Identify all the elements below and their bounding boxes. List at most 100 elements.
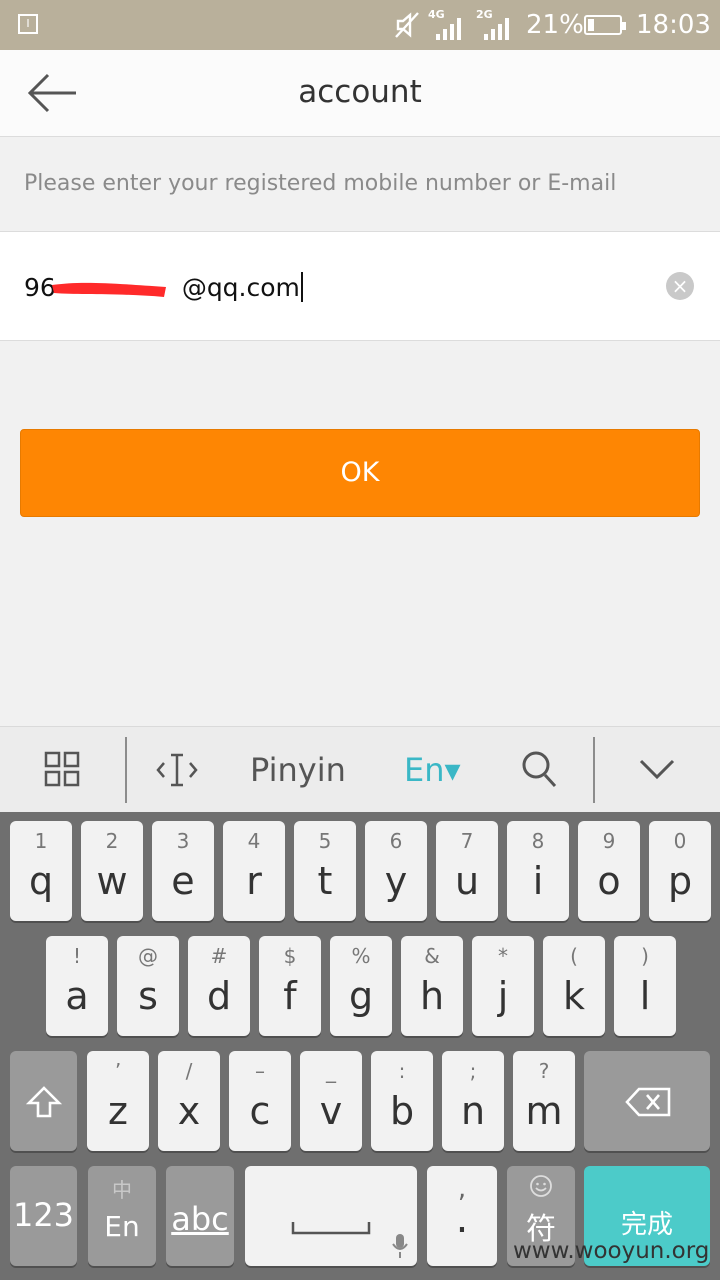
backspace-icon (625, 1087, 671, 1117)
key-label: b (389, 1089, 415, 1133)
app-bar: account (0, 50, 720, 137)
key-t[interactable]: 5t (294, 821, 356, 921)
key-r[interactable]: 4r (223, 821, 285, 921)
key-label: x (177, 1089, 201, 1133)
clock: 18:03 (636, 10, 711, 40)
key-n[interactable]: ; n (442, 1051, 504, 1151)
watermark: www.wooyun.org (513, 1238, 710, 1264)
key-m[interactable]: ? m (513, 1051, 575, 1151)
english-mode[interactable]: En▾ (404, 751, 461, 789)
key-secondary-label: @ (138, 944, 158, 968)
key-label: e (171, 859, 195, 903)
key-secondary-label: 8 (531, 829, 545, 853)
space-key[interactable] (245, 1166, 417, 1266)
emoji-icon (530, 1175, 552, 1197)
key-y[interactable]: 6y (365, 821, 427, 921)
key-secondary-label: ( (570, 944, 578, 968)
input-hint: Please enter your registered mobile numb… (24, 171, 617, 196)
key-k[interactable]: (k (543, 936, 605, 1036)
key-s[interactable]: @ s (117, 936, 179, 1036)
key-secondary-label: 7 (460, 829, 474, 853)
grid-icon[interactable] (44, 751, 80, 787)
key-label: h (419, 974, 445, 1018)
key-secondary-label: * (498, 944, 508, 968)
key-w[interactable]: 2w (81, 821, 143, 921)
text-cursor-icon[interactable] (156, 751, 198, 789)
key-secondary-label: 0 (673, 829, 687, 853)
clear-input-icon[interactable]: × (666, 272, 694, 300)
key-secondary-label: ; (469, 1059, 477, 1083)
key-label: n (460, 1089, 486, 1133)
key-label: i (532, 859, 544, 903)
backspace-key[interactable] (584, 1051, 710, 1151)
key-label: p (667, 859, 693, 903)
pinyin-mode[interactable]: Pinyin (250, 751, 346, 789)
search-icon[interactable] (520, 749, 558, 789)
key-secondary-label: $ (283, 944, 297, 968)
page-title: account (298, 74, 422, 110)
signal-2g-icon: 2G (476, 8, 518, 40)
key-j[interactable]: * j (472, 936, 534, 1036)
key-secondary-label: / (185, 1059, 193, 1083)
key-label: c (249, 1089, 271, 1133)
numbers-key[interactable]: 123 (10, 1166, 77, 1266)
key-a[interactable]: ! a (46, 936, 108, 1036)
key-secondary-label: ’ (114, 1059, 122, 1083)
space-icon (291, 1222, 371, 1235)
account-input[interactable]: 96 @qq.com (0, 231, 720, 341)
battery-percent: 21% (526, 10, 584, 40)
key-label: r (246, 859, 262, 903)
key-secondary-label: – (255, 1059, 265, 1083)
key-d[interactable]: # d (188, 936, 250, 1036)
key-b[interactable]: :b (371, 1051, 433, 1151)
key-x[interactable]: / x (158, 1051, 220, 1151)
key-label: u (454, 859, 480, 903)
key-e[interactable]: 3e (152, 821, 214, 921)
sim-icon: I (18, 14, 38, 34)
key-q[interactable]: 1q (10, 821, 72, 921)
key-u[interactable]: 7u (436, 821, 498, 921)
key-c[interactable]: – c (229, 1051, 291, 1151)
ok-button[interactable]: OK (20, 429, 700, 517)
key-label: t (317, 859, 333, 903)
key-p[interactable]: 0p (649, 821, 711, 921)
key-g[interactable]: % g (330, 936, 392, 1036)
key-label: w (96, 859, 128, 903)
key-secondary-label: ! (72, 944, 82, 968)
key-label: k (562, 974, 585, 1018)
key-label: o (597, 859, 621, 903)
shift-key[interactable] (10, 1051, 77, 1151)
key-secondary-label: & (424, 944, 440, 968)
text-cursor (300, 272, 303, 302)
redaction-mark (52, 282, 166, 297)
key-label: d (206, 974, 232, 1018)
language-key[interactable]: 中 En (88, 1166, 156, 1266)
toolbar-divider (125, 737, 127, 803)
key-secondary-label: % (351, 944, 371, 968)
key-f[interactable]: $ f (259, 936, 321, 1036)
key-label: q (28, 859, 54, 903)
key-z[interactable]: ’ z (87, 1051, 149, 1151)
chevron-down-icon[interactable] (638, 757, 676, 781)
key-secondary-label: 4 (247, 829, 261, 853)
shift-icon (26, 1086, 62, 1118)
key-i[interactable]: 8i (507, 821, 569, 921)
key-secondary-label: 9 (602, 829, 616, 853)
key-label: j (497, 974, 509, 1018)
toolbar-divider (593, 737, 595, 803)
key-label: f (283, 974, 297, 1018)
key-h[interactable]: & h (401, 936, 463, 1036)
abc-key[interactable]: abc (166, 1166, 234, 1266)
key-v[interactable]: _ v (300, 1051, 362, 1151)
key-label: a (65, 974, 89, 1018)
key-secondary-label: # (210, 944, 228, 968)
signal-4g-icon: 4G (428, 8, 470, 40)
key-label: g (348, 974, 374, 1018)
key-label: s (138, 974, 158, 1018)
soft-keyboard: 1q2w3e4r5t6y7u8i9o0p ! a @ s # d $ f% g & h * j(k) l … (0, 812, 720, 1280)
key-o[interactable]: 9o (578, 821, 640, 921)
key-l[interactable]: ) l (614, 936, 676, 1036)
period-key[interactable]: , . (427, 1166, 497, 1266)
key-secondary-label: 2 (105, 829, 119, 853)
status-bar: I 4G 2G 21% 18:03 (0, 0, 720, 50)
